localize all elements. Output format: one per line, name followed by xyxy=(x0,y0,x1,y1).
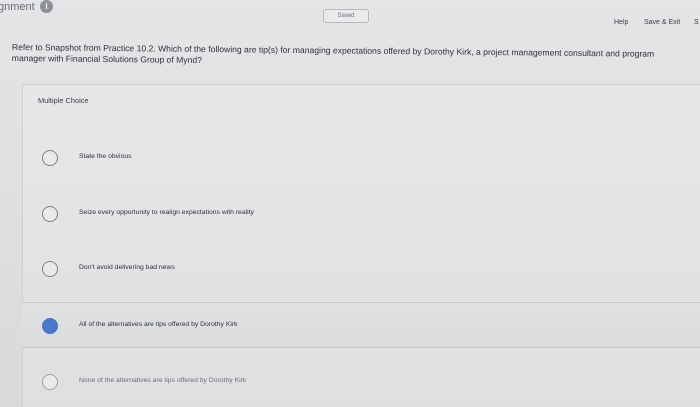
choice-label: None of the alternatives are tips offere… xyxy=(79,377,247,384)
radio-button[interactable] xyxy=(42,374,58,390)
answer-panel xyxy=(22,84,700,407)
radio-button[interactable] xyxy=(42,206,58,222)
radio-button[interactable] xyxy=(42,261,58,277)
choice-option-5[interactable]: None of the alternatives are tips offere… xyxy=(22,362,700,402)
choice-option-1[interactable]: State the obvious xyxy=(22,138,700,178)
top-bar: gnment i Saved Help Save & Exit S xyxy=(0,0,700,30)
choice-option-4[interactable]: All of the alternatives are tips offered… xyxy=(22,302,700,348)
assignment-title: gnment xyxy=(0,1,35,13)
question-type-label: Multiple Choice xyxy=(38,96,89,105)
submit-button[interactable]: S xyxy=(694,19,699,26)
choice-label: Seize every opportunity to realign expec… xyxy=(79,209,254,216)
choice-label: State the obvious xyxy=(79,153,132,160)
choice-option-3[interactable]: Don't avoid delivering bad news xyxy=(22,250,700,290)
saved-status-badge: Saved xyxy=(323,9,369,23)
assignment-page: gnment i Saved Help Save & Exit S Refer … xyxy=(0,0,700,407)
save-exit-button[interactable]: Save & Exit xyxy=(644,19,680,26)
info-icon[interactable]: i xyxy=(40,0,53,13)
question-text: Refer to Snapshot from Practice 10.2. Wh… xyxy=(11,42,655,65)
choice-label: Don't avoid delivering bad news xyxy=(79,264,175,271)
choice-label: All of the alternatives are tips offered… xyxy=(79,321,238,328)
choice-option-2[interactable]: Seize every opportunity to realign expec… xyxy=(22,195,700,235)
help-link[interactable]: Help xyxy=(614,19,628,26)
radio-button-selected[interactable] xyxy=(42,318,58,334)
radio-button[interactable] xyxy=(42,150,58,166)
